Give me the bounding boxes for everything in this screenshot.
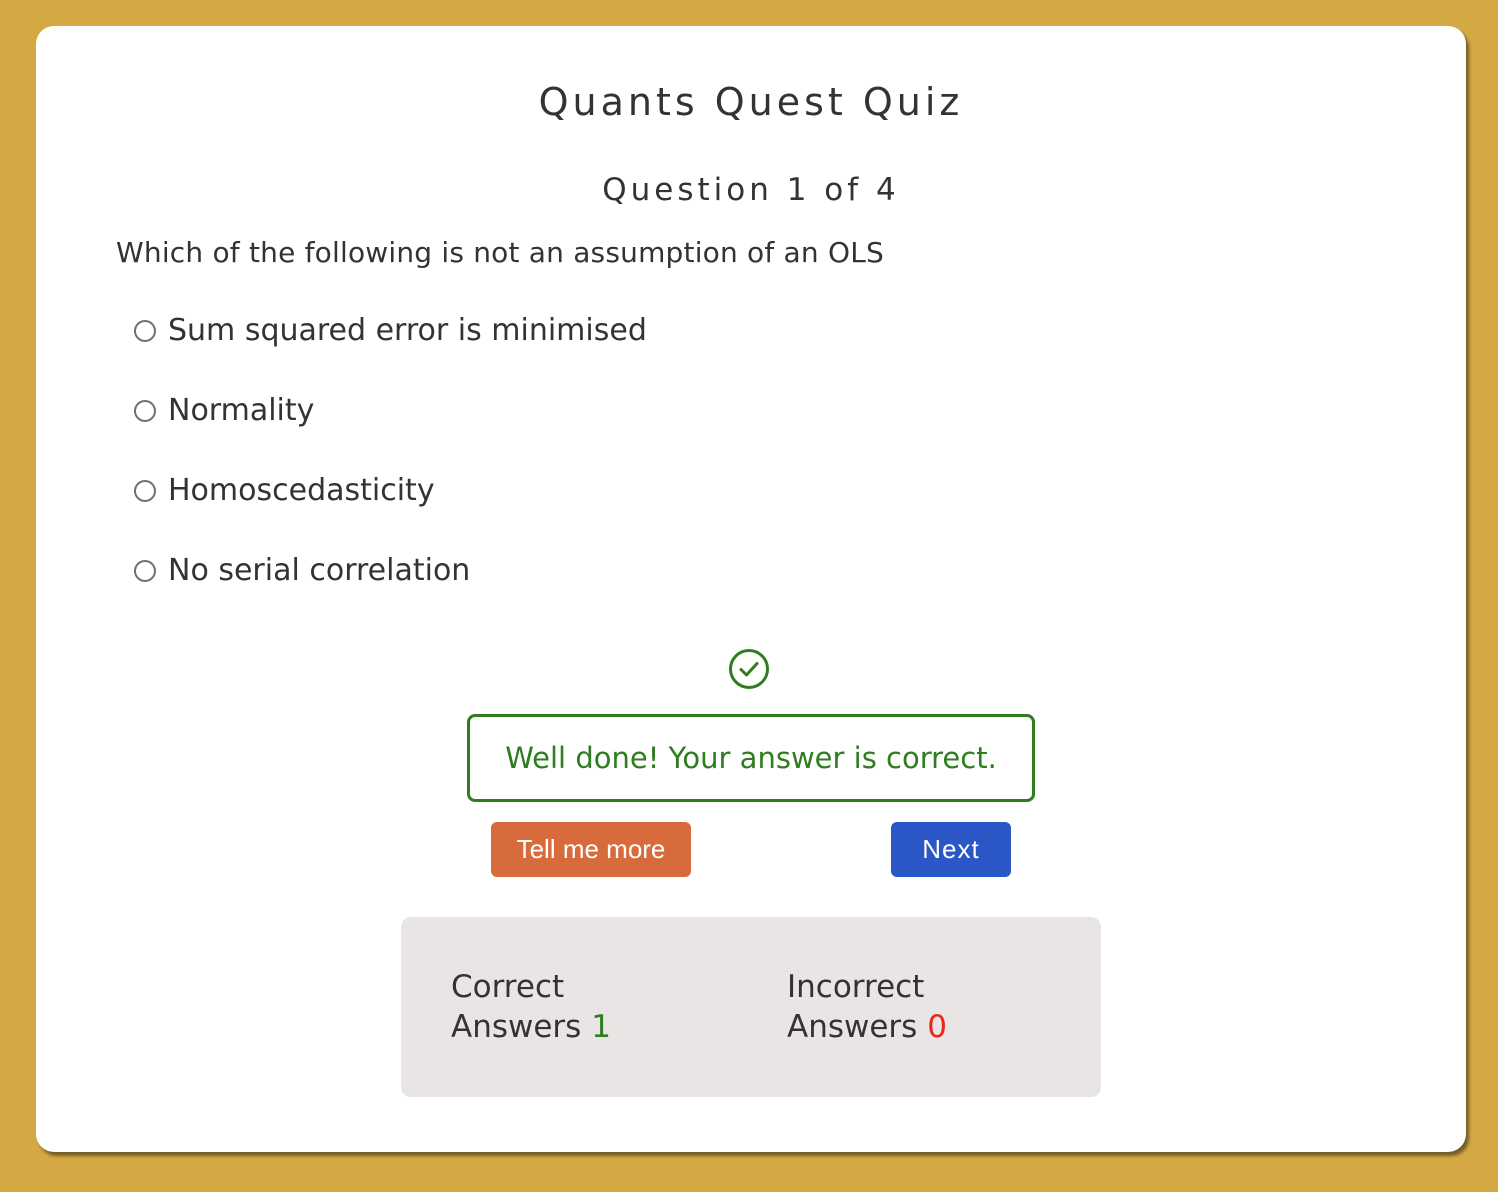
correct-score: Correct Answers 1 (451, 967, 611, 1047)
check-circle-icon (729, 649, 769, 689)
radio-button[interactable] (134, 480, 156, 502)
incorrect-label: Answers (787, 1009, 918, 1045)
answer-options: Sum squared error is minimised Normality… (134, 308, 647, 628)
next-button[interactable]: Next (891, 822, 1011, 877)
feedback-message: Well done! Your answer is correct. (467, 714, 1035, 802)
radio-button[interactable] (134, 560, 156, 582)
correct-label: Answers (451, 1009, 582, 1045)
answer-option-label[interactable]: Homoscedasticity (168, 468, 435, 514)
answer-option-label[interactable]: Normality (168, 388, 314, 434)
incorrect-count: 0 (927, 1009, 947, 1045)
answer-option-label[interactable]: No serial correlation (168, 548, 470, 594)
correct-label-line2: Answers 1 (451, 1007, 611, 1047)
tell-me-more-button[interactable]: Tell me more (491, 822, 691, 877)
correct-count: 1 (591, 1009, 611, 1045)
correct-label-line1: Correct (451, 969, 565, 1005)
answer-option[interactable]: Normality (134, 388, 647, 468)
incorrect-label-line1: Incorrect (787, 969, 925, 1005)
answer-option[interactable]: No serial correlation (134, 548, 647, 628)
quiz-card: Quants Quest Quiz Question 1 of 4 Which … (36, 26, 1466, 1152)
incorrect-label-line2: Answers 0 (787, 1007, 947, 1047)
question-text: Which of the following is not an assumpt… (116, 236, 884, 269)
answer-option-label[interactable]: Sum squared error is minimised (168, 308, 647, 354)
incorrect-score: Incorrect Answers 0 (787, 967, 947, 1047)
quiz-title: Quants Quest Quiz (538, 80, 964, 124)
answer-option[interactable]: Sum squared error is minimised (134, 308, 647, 388)
question-counter: Question 1 of 4 (602, 172, 900, 208)
radio-button[interactable] (134, 320, 156, 342)
radio-button[interactable] (134, 400, 156, 422)
score-panel: Correct Answers 1 Incorrect Answers 0 (401, 917, 1101, 1097)
answer-option[interactable]: Homoscedasticity (134, 468, 647, 548)
